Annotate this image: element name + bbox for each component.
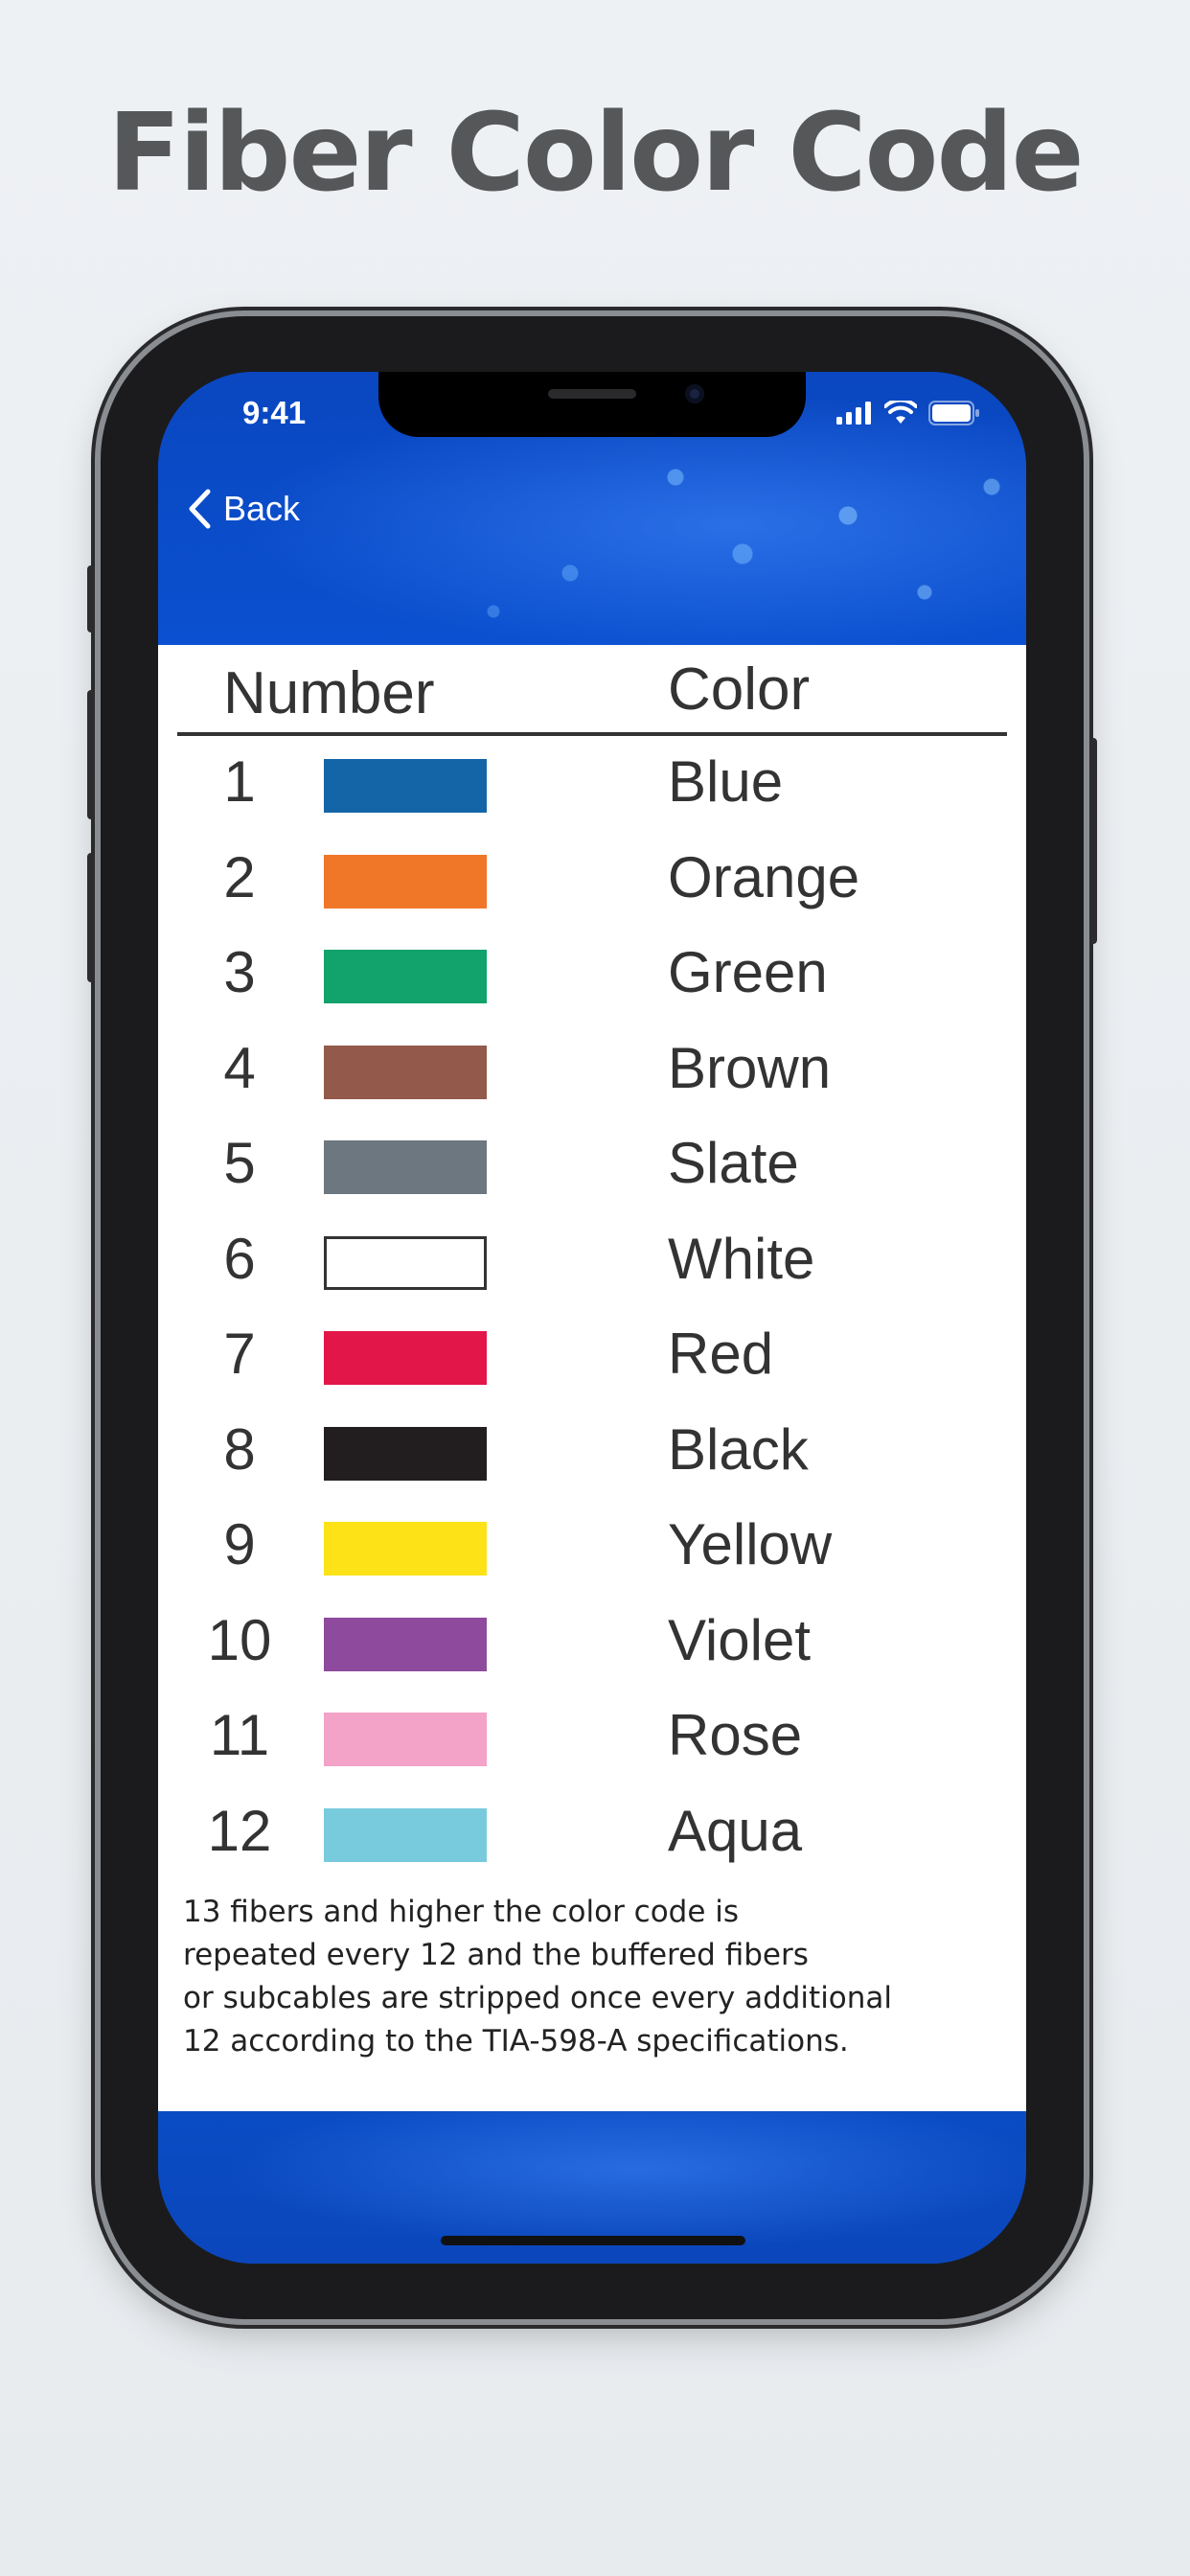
color-swatch: [324, 854, 487, 908]
footnote-line: 12 according to the TIA-598-A specificat…: [183, 2024, 849, 2058]
back-button[interactable]: Back: [187, 485, 300, 533]
phone-screen: 9:41 Back Number Color 1 Blue 2 Orange 3…: [158, 372, 1026, 2264]
footnote-line: 13 fibers and higher the color code is: [183, 1895, 740, 1929]
page-headline: Fiber Color Code: [107, 91, 1084, 216]
footnote-line: repeated every 12 and the buffered fiber…: [183, 1938, 809, 1972]
status-time: 9:41: [242, 395, 307, 430]
back-label: Back: [223, 489, 301, 528]
fiber-number: 1: [223, 749, 256, 814]
fiber-number: 10: [207, 1607, 272, 1672]
color-swatch: [324, 1426, 487, 1481]
table-row: 5 Slate: [158, 1120, 1026, 1207]
color-name: Red: [668, 1322, 774, 1386]
fiber-number: 4: [223, 1035, 256, 1100]
table-row: 8 Black: [158, 1407, 1026, 1493]
fiber-number: 5: [223, 1131, 256, 1195]
mute-switch: [87, 565, 95, 632]
table-row: 11 Rose: [158, 1692, 1026, 1779]
header-divider: [177, 732, 1007, 736]
color-name: Rose: [668, 1703, 803, 1767]
color-swatch: [324, 1331, 487, 1385]
color-name: Orange: [668, 844, 860, 909]
color-swatch: [324, 1713, 487, 1766]
column-header-color: Color: [668, 656, 811, 723]
wifi-icon: [884, 401, 917, 424]
home-indicator[interactable]: [441, 2236, 745, 2245]
color-name: White: [668, 1226, 815, 1291]
color-swatch: [324, 1045, 487, 1099]
fiber-number: 11: [209, 1703, 270, 1767]
color-name: Slate: [668, 1131, 799, 1195]
color-swatch: [324, 759, 487, 813]
fiber-number: 7: [223, 1322, 256, 1386]
table-row: 9 Yellow: [158, 1502, 1026, 1588]
table-row: 6 White: [158, 1216, 1026, 1302]
fiber-number: 3: [223, 940, 256, 1004]
table-row: 4 Brown: [158, 1025, 1026, 1112]
signal-icon: [836, 402, 871, 425]
color-name: Brown: [668, 1035, 832, 1100]
table-row: 1 Blue: [158, 739, 1026, 825]
column-header-number: Number: [223, 660, 435, 726]
side-button: [1089, 738, 1097, 944]
table-row: 10 Violet: [158, 1598, 1026, 1684]
color-code-table: Number Color 1 Blue 2 Orange 3 Green 4 Brown 5 Sl…: [158, 645, 1026, 2111]
fiber-number: 9: [223, 1512, 256, 1576]
volume-up-button: [87, 690, 95, 819]
color-swatch: [324, 1807, 487, 1862]
table-row: 2 Orange: [158, 835, 1026, 921]
color-swatch: [324, 950, 487, 1003]
battery-icon: [928, 401, 979, 426]
phone-frame: 9:41 Back Number Color 1 Blue 2 Orange 3…: [87, 316, 1097, 2319]
front-camera: [685, 384, 704, 403]
color-name: Blue: [668, 749, 784, 814]
footnote-line: or subcables are stripped once every add…: [183, 1981, 893, 2015]
color-swatch: [324, 1617, 487, 1671]
color-name: Black: [668, 1416, 809, 1482]
color-swatch: [324, 1140, 487, 1194]
speaker-grille: [548, 389, 636, 399]
fiber-number: 2: [223, 844, 256, 909]
table-row: 12 Aqua: [158, 1788, 1026, 1874]
color-swatch: [324, 1235, 487, 1290]
fiber-number: 8: [223, 1416, 256, 1482]
chevron-left-icon: [189, 489, 211, 529]
fiber-number: 12: [207, 1798, 272, 1863]
color-name: Yellow: [668, 1512, 833, 1576]
notch: [378, 372, 806, 437]
status-icons: [836, 399, 980, 427]
footnote: 13 fibers and higher the color code is r…: [183, 1891, 1017, 2063]
fiber-number: 6: [223, 1226, 256, 1291]
color-swatch: [324, 1522, 487, 1576]
volume-down-button: [87, 853, 95, 982]
color-name: Aqua: [668, 1798, 803, 1863]
table-row: 3 Green: [158, 930, 1026, 1016]
color-name: Green: [668, 940, 828, 1004]
table-row: 7 Red: [158, 1311, 1026, 1397]
color-name: Violet: [668, 1607, 812, 1672]
